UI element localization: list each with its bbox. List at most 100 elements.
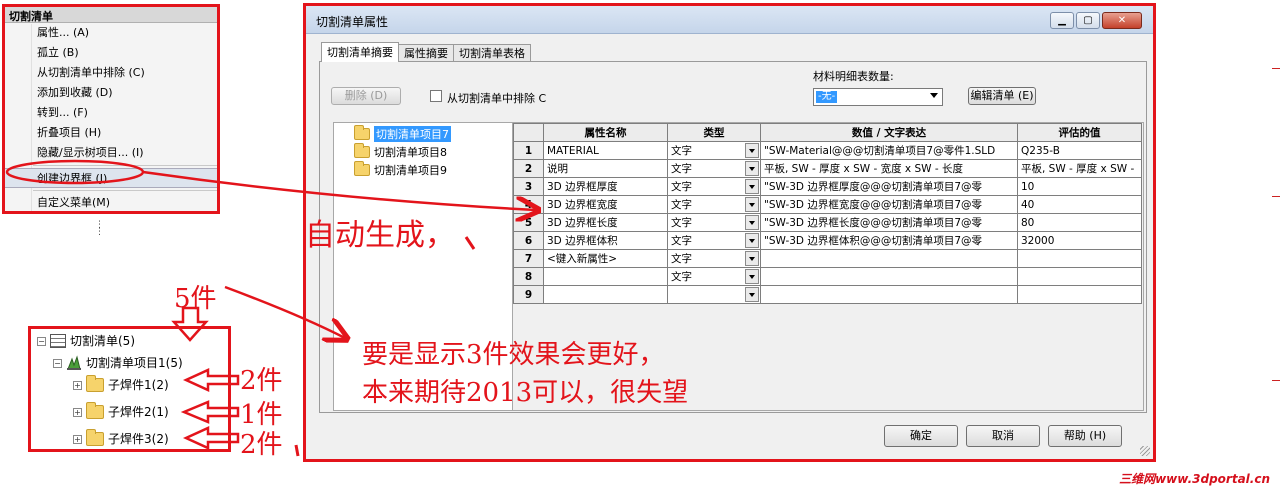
grid-cell-name[interactable]: 3D 边界框长度: [543, 213, 668, 232]
grid-row[interactable]: 2 说明 文字 平板, SW - 厚度 x SW - 宽度 x SW - 长度 平板, …: [513, 159, 1142, 178]
grid-cell-name-text: 3D 边界框长度: [547, 217, 618, 229]
grid-cell-name[interactable]: 3D 边界框厚度: [543, 177, 668, 196]
grid-row-number: 4: [513, 195, 544, 214]
grid-cell-type[interactable]: 文字: [667, 159, 761, 178]
grid-cell-name-text: 3D 边界框体积: [547, 235, 618, 247]
menu-item-hide-show-tree[interactable]: 隐藏/显示树项目... (I): [5, 143, 217, 163]
tree-child-2[interactable]: + 子焊件2(1): [73, 401, 169, 423]
grid-cell-expression[interactable]: [760, 267, 1018, 286]
grid-cell-type[interactable]: 文字: [667, 195, 761, 214]
grid-row-number: 5: [513, 213, 544, 232]
grid-cell-expression[interactable]: "SW-3D 边界框宽度@@@切割清单项目7@零: [760, 195, 1018, 214]
delete-button[interactable]: 删除 (D): [331, 87, 401, 105]
grid-cell-type-text: 文字: [671, 271, 692, 283]
edge-mark: [1272, 380, 1280, 381]
cut-list-item-7[interactable]: 切割清单项目7: [354, 125, 451, 142]
grid-cell-expression[interactable]: "SW-Material@@@切割清单项目7@零件1.SLD: [760, 141, 1018, 160]
grid-cell-name[interactable]: [543, 267, 668, 286]
grid-row[interactable]: 5 3D 边界框长度 文字 "SW-3D 边界框长度@@@切割清单项目7@零 80: [513, 213, 1142, 232]
grid-cell-expression-text: "SW-Material@@@切割清单项目7@零件1.SLD: [764, 145, 996, 157]
cancel-button[interactable]: 取消: [966, 425, 1040, 447]
tree-child-3[interactable]: + 子焊件3(2): [73, 428, 169, 450]
close-icon[interactable]: ✕: [1102, 12, 1142, 29]
grid-cell-expression[interactable]: "SW-3D 边界框厚度@@@切割清单项目7@零: [760, 177, 1018, 196]
grid-cell-type[interactable]: 文字: [667, 213, 761, 232]
splitter-grip-icon[interactable]: ⋮ ⋮: [95, 221, 104, 237]
grid-row[interactable]: 6 3D 边界框体积 文字 "SW-3D 边界框体积@@@切割清单项目7@零 32000: [513, 231, 1142, 250]
chevron-down-icon[interactable]: [745, 269, 759, 284]
ok-button[interactable]: 确定: [884, 425, 958, 447]
grid-row[interactable]: 4 3D 边界框宽度 文字 "SW-3D 边界框宽度@@@切割清单项目7@零 40: [513, 195, 1142, 214]
grid-cell-name[interactable]: [543, 285, 668, 304]
grid-cell-expression[interactable]: [760, 249, 1018, 268]
chevron-down-icon[interactable]: [745, 161, 759, 176]
chevron-down-icon[interactable]: [745, 215, 759, 230]
menu-item-customize[interactable]: 自定义菜单(M): [5, 193, 217, 213]
item-label: 切割清单项目7: [374, 126, 451, 142]
tree-item[interactable]: − 切割清单项目1(5): [53, 352, 183, 374]
grid-cell-expression[interactable]: "SW-3D 边界框长度@@@切割清单项目7@零: [760, 213, 1018, 232]
menu-item-isolate[interactable]: 孤立 (B): [5, 43, 217, 63]
grid-row[interactable]: 1 MATERIAL 文字 "SW-Material@@@切割清单项目7@零件1.SL…: [513, 141, 1142, 160]
grid-cell-name[interactable]: 说明: [543, 159, 668, 178]
grid-cell-type[interactable]: 文字: [667, 177, 761, 196]
cut-list-item-9[interactable]: 切割清单项目9: [354, 161, 447, 178]
resize-grip-icon[interactable]: [1140, 446, 1150, 456]
expand-icon[interactable]: +: [73, 434, 82, 444]
collapse-icon[interactable]: −: [53, 358, 62, 368]
dialog-titlebar[interactable]: 切割清单属性 ▁ ▢ ✕: [306, 6, 1153, 34]
grid-header-row: 属性名称 类型 数值 / 文字表达 评估的值: [513, 123, 1142, 142]
grid-cell-type[interactable]: 文字: [667, 231, 761, 250]
grid-row[interactable]: 3 3D 边界框厚度 文字 "SW-3D 边界框厚度@@@切割清单项目7@零 10: [513, 177, 1142, 196]
chevron-down-icon[interactable]: [745, 287, 759, 302]
cut-list-tree: − 切割清单(5) − 切割清单项目1(5) + 子焊件1(2) + 子焊件2(…: [28, 326, 231, 452]
grid-cell-name-text: <键入新属性>: [547, 253, 618, 265]
grid-cell-type[interactable]: 文字: [667, 249, 761, 268]
tab-cut-list-table[interactable]: 切割清单表格: [453, 44, 531, 62]
menu-item-properties[interactable]: 属性... (A): [5, 23, 217, 43]
exclude-checkbox[interactable]: [430, 90, 442, 102]
grid-cell-type[interactable]: 文字: [667, 267, 761, 286]
chevron-down-icon[interactable]: [745, 143, 759, 158]
tab-cut-list-summary[interactable]: 切割清单摘要: [321, 42, 399, 62]
grid-cell-name[interactable]: <键入新属性>: [543, 249, 668, 268]
bom-qty-select[interactable]: -无-: [813, 88, 943, 106]
tree-root[interactable]: − 切割清单(5): [37, 330, 135, 352]
grid-cell-expression[interactable]: "SW-3D 边界框体积@@@切割清单项目7@零: [760, 231, 1018, 250]
menu-item-exclude[interactable]: 从切割清单中排除 (C): [5, 63, 217, 83]
menu-item-create-bounding-box[interactable]: 创建边界框 (J): [5, 168, 217, 188]
grid-cell-type[interactable]: [667, 285, 761, 304]
grid-cell-name[interactable]: 3D 边界框宽度: [543, 195, 668, 214]
tree-child-1[interactable]: + 子焊件1(2): [73, 374, 169, 396]
grid-cell-expression[interactable]: 平板, SW - 厚度 x SW - 宽度 x SW - 长度: [760, 159, 1018, 178]
grid-header-expression[interactable]: 数值 / 文字表达: [760, 123, 1018, 142]
grid-row[interactable]: 9: [513, 285, 1142, 304]
chevron-down-icon[interactable]: [745, 233, 759, 248]
help-button[interactable]: 帮助 (H): [1048, 425, 1122, 447]
grid-cell-expression[interactable]: [760, 285, 1018, 304]
chevron-down-icon[interactable]: [745, 179, 759, 194]
annotation-five-parts: 5件: [174, 284, 217, 314]
expand-icon[interactable]: +: [73, 380, 82, 390]
maximize-icon[interactable]: ▢: [1076, 12, 1100, 29]
cut-list-item-8[interactable]: 切割清单项目8: [354, 143, 447, 160]
expand-icon[interactable]: +: [73, 407, 82, 417]
menu-item-collapse[interactable]: 折叠项目 (H): [5, 123, 217, 143]
grid-header-name[interactable]: 属性名称: [543, 123, 668, 142]
grid-cell-type[interactable]: 文字: [667, 141, 761, 160]
grid-row[interactable]: 8 文字: [513, 267, 1142, 286]
dialog-tabs: 切割清单摘要 属性摘要 切割清单表格: [321, 42, 531, 62]
grid-cell-name[interactable]: MATERIAL: [543, 141, 668, 160]
chevron-down-icon[interactable]: [745, 197, 759, 212]
chevron-down-icon[interactable]: [745, 251, 759, 266]
tab-property-summary[interactable]: 属性摘要: [398, 44, 454, 62]
grid-header-type[interactable]: 类型: [667, 123, 761, 142]
collapse-icon[interactable]: −: [37, 336, 46, 346]
menu-item-add-favorite[interactable]: 添加到收藏 (D): [5, 83, 217, 103]
grid-header-evaluated[interactable]: 评估的值: [1017, 123, 1142, 142]
edit-list-button[interactable]: 编辑清单 (E): [968, 87, 1036, 105]
grid-row[interactable]: 7 <键入新属性> 文字: [513, 249, 1142, 268]
grid-cell-name[interactable]: 3D 边界框体积: [543, 231, 668, 250]
menu-item-goto[interactable]: 转到... (F): [5, 103, 217, 123]
minimize-icon[interactable]: ▁: [1050, 12, 1074, 29]
